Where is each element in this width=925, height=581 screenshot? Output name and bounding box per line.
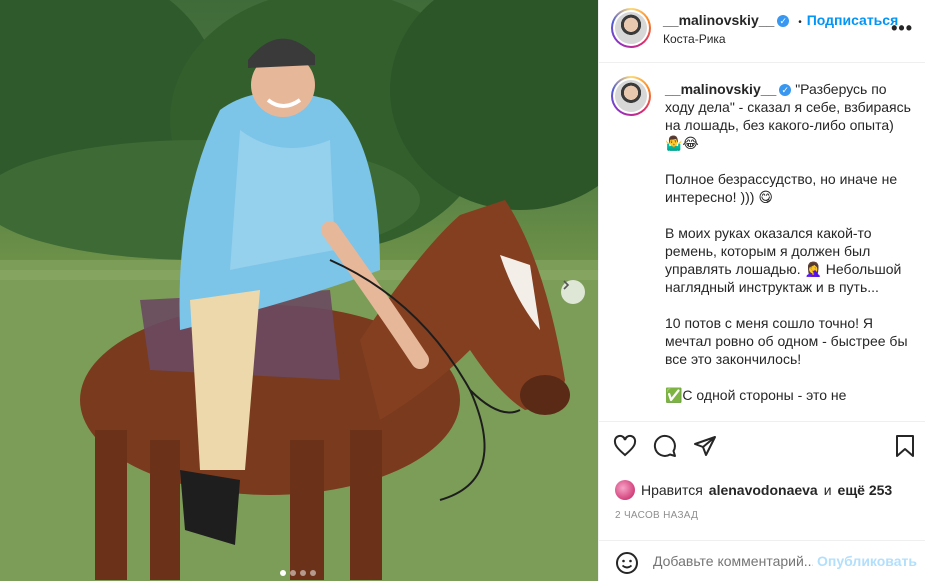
bookmark-icon[interactable] xyxy=(894,434,916,458)
liked-by-link[interactable]: alenavodonaeva xyxy=(709,482,818,498)
follow-button[interactable]: Подписаться xyxy=(807,12,899,28)
carousel-dot xyxy=(290,570,296,576)
chevron-right-icon xyxy=(563,280,570,290)
next-photo-button[interactable] xyxy=(561,280,585,304)
post-header: __malinovskiy__ ✓ • Подписаться Коста-Рика… xyxy=(599,0,925,63)
avatar[interactable] xyxy=(611,8,651,48)
caption-area: __malinovskiy__ ✓ "Разберусь по ходу дела… xyxy=(599,64,925,421)
caption-username[interactable]: __malinovskiy__ xyxy=(665,81,776,97)
likes-prefix: Нравится xyxy=(641,482,703,498)
photo-illustration xyxy=(0,0,598,581)
post-photo[interactable] xyxy=(0,0,598,581)
caption-body: "Разберусь по ходу дела" - сказал я себе… xyxy=(665,81,911,403)
carousel-indicator xyxy=(280,570,316,576)
comment-icon[interactable] xyxy=(653,434,677,458)
share-icon[interactable] xyxy=(693,434,717,458)
likes-count-link[interactable]: ещё 253 xyxy=(838,482,893,498)
location-link[interactable]: Коста-Рика xyxy=(663,32,726,46)
post-comment-button[interactable]: Опубликовать xyxy=(817,553,917,569)
post-actions: Нравится alenavodonaeva и ещё 253 2 ЧАСО… xyxy=(599,421,925,581)
likes-summary: Нравится alenavodonaeva и ещё 253 xyxy=(615,480,892,500)
verified-icon: ✓ xyxy=(777,15,790,28)
username-link[interactable]: __malinovskiy__ xyxy=(663,12,774,28)
post-side-panel: __malinovskiy__ ✓ • Подписаться Коста-Рика… xyxy=(598,0,925,581)
comment-input[interactable] xyxy=(653,553,813,569)
separator-dot: • xyxy=(798,17,802,28)
emoji-icon[interactable] xyxy=(615,551,639,575)
verified-icon: ✓ xyxy=(779,84,792,97)
comment-bar: Опубликовать xyxy=(599,540,925,581)
carousel-dot xyxy=(310,570,316,576)
like-heart-icon[interactable] xyxy=(613,434,637,458)
likes-and: и xyxy=(823,482,832,498)
avatar[interactable] xyxy=(611,76,651,116)
liker-avatar[interactable] xyxy=(615,480,635,500)
carousel-dot xyxy=(300,570,306,576)
caption-text: __malinovskiy__ ✓ "Разберусь по ходу дела… xyxy=(665,80,913,404)
more-options-icon[interactable]: ••• xyxy=(891,18,913,39)
carousel-dot xyxy=(280,570,286,576)
post-timestamp[interactable]: 2 ЧАСОВ НАЗАД xyxy=(615,510,698,521)
